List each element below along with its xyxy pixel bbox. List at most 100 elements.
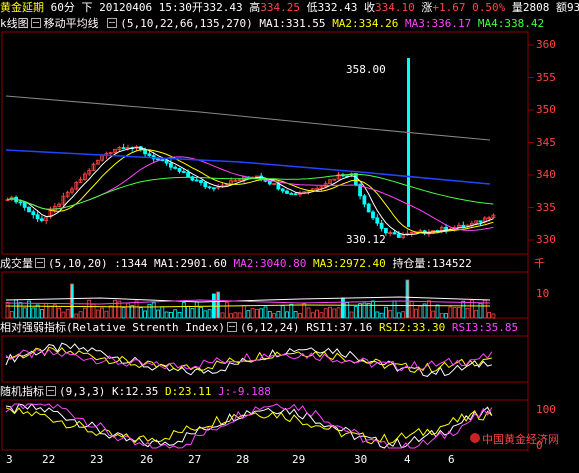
volume-bar [126, 302, 130, 319]
volume-bar [302, 303, 307, 319]
x-tick-label: 4 [404, 453, 411, 466]
volume-bar [143, 310, 148, 319]
candle-body [267, 180, 272, 185]
candle-body [143, 149, 148, 155]
volume-bar [186, 305, 191, 319]
kdj-tick-label: 100 [536, 403, 556, 416]
x-tick-label: 26 [140, 453, 154, 466]
volume-bar [263, 306, 268, 319]
k-line [5, 403, 493, 449]
y-tick-label: 345 [536, 135, 556, 149]
volume-bar [392, 300, 397, 319]
x-tick-label: 29 [292, 453, 306, 466]
volume-bar [147, 303, 152, 319]
candle-body [164, 160, 169, 164]
candle-body [207, 186, 212, 189]
ma3-line [7, 156, 494, 231]
volume-bar [130, 305, 135, 319]
volume-bar [254, 309, 259, 319]
candle-body [353, 173, 358, 185]
volume-bar [61, 311, 66, 319]
volume-bar [173, 309, 178, 319]
volume-bar [151, 302, 156, 319]
candle-body [186, 172, 191, 178]
ma6-line [5, 95, 491, 141]
volume-bar [242, 305, 246, 319]
volume-bar [65, 308, 70, 319]
candle-body [27, 206, 31, 213]
volume-bar [328, 306, 332, 319]
volume-bar [431, 310, 436, 319]
volume-bar [35, 304, 40, 319]
candle-body [18, 201, 23, 204]
volume-bar [409, 301, 414, 319]
volume-bar [435, 304, 440, 319]
volume-bar [194, 301, 199, 319]
candle-body [461, 224, 466, 228]
volume-bar [250, 308, 255, 319]
volume-bar [48, 305, 53, 319]
high-marker: 358.00 [346, 63, 386, 76]
volume-bar [87, 299, 92, 319]
volume-bar [474, 309, 479, 319]
volume-bar [203, 310, 208, 319]
volume-bar [156, 309, 160, 319]
volume-bar [418, 305, 423, 319]
volume-bar [414, 308, 418, 319]
y-tick-label: 335 [536, 200, 556, 214]
y-tick-label: 350 [536, 103, 556, 116]
volume-bar [259, 308, 264, 319]
volume-ma3-line [5, 304, 491, 308]
volume-bar [83, 307, 87, 319]
volume-bar [216, 291, 221, 319]
volume-bar [323, 308, 328, 319]
ma1-line [7, 147, 494, 236]
volume-bar [276, 310, 281, 319]
candle-body [35, 214, 40, 220]
chart-canvas[interactable] [0, 0, 579, 473]
volume-bar [5, 302, 10, 319]
candle-body [40, 218, 44, 221]
volume-bar [233, 312, 238, 319]
x-tick-label: 30 [354, 453, 368, 466]
y-tick-label: 340 [536, 168, 556, 181]
volume-bar [383, 306, 388, 319]
y-tick-label: 330 [536, 233, 556, 246]
volume-bar [121, 307, 126, 319]
volume-bar [190, 307, 195, 319]
volume-bar [168, 311, 173, 319]
watermark-text: 中国黄金经济网 [482, 433, 559, 446]
candle-body [285, 190, 289, 194]
volume-bar [452, 307, 457, 319]
candle-body [121, 147, 126, 150]
candle-body [478, 220, 483, 223]
volume-bar [405, 279, 410, 319]
volume-bar [100, 307, 104, 319]
volume-bar [371, 300, 375, 319]
x-tick-label: 22 [42, 453, 56, 466]
watermark-logo-icon [470, 433, 480, 443]
volume-bar [396, 312, 401, 319]
candle-body [293, 193, 298, 196]
candle-body [168, 162, 173, 168]
volume-bar [444, 313, 449, 319]
rsi1-line [5, 342, 493, 377]
volume-bar [319, 312, 324, 319]
volume-bar [448, 306, 453, 319]
volume-bar [31, 307, 36, 319]
volume-bar [401, 311, 406, 319]
volume-bar [104, 310, 109, 319]
volume-bar [491, 313, 496, 319]
candle-body [375, 217, 380, 224]
x-tick-label: 6 [448, 453, 455, 466]
volume-bar [91, 303, 96, 319]
volume-bar [332, 308, 337, 319]
candle-body [379, 222, 384, 229]
candle-body [147, 153, 152, 157]
volume-bar [224, 302, 229, 319]
y-tick-label: 360 [536, 38, 556, 51]
volume-bar [164, 311, 169, 319]
volume-bar [40, 309, 44, 319]
volume-bar [285, 311, 289, 319]
volume-bar [18, 302, 23, 319]
